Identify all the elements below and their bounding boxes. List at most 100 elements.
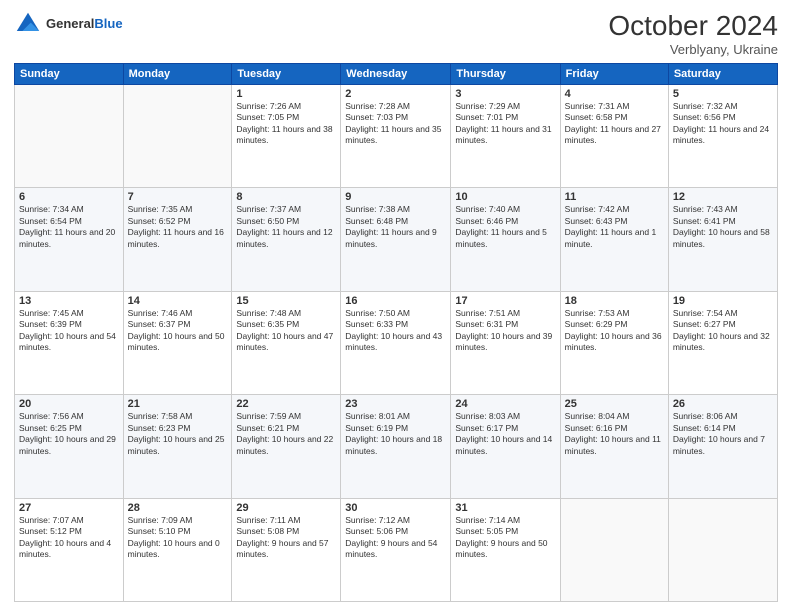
day-cell: 27Sunrise: 7:07 AMSunset: 5:12 PMDayligh… [15,498,124,601]
day-info: Sunrise: 8:04 AMSunset: 6:16 PMDaylight:… [565,411,664,457]
day-number: 3 [455,88,555,100]
day-info: Sunrise: 7:50 AMSunset: 6:33 PMDaylight:… [345,308,446,354]
day-header-thursday: Thursday [451,64,560,85]
day-info: Sunrise: 7:46 AMSunset: 6:37 PMDaylight:… [128,308,228,354]
calendar-body: 1Sunrise: 7:26 AMSunset: 7:05 PMDaylight… [15,85,778,602]
day-info: Sunrise: 7:53 AMSunset: 6:29 PMDaylight:… [565,308,664,354]
day-cell: 28Sunrise: 7:09 AMSunset: 5:10 PMDayligh… [123,498,232,601]
day-number: 27 [19,502,119,514]
week-row-3: 13Sunrise: 7:45 AMSunset: 6:39 PMDayligh… [15,291,778,394]
day-header-saturday: Saturday [668,64,777,85]
day-cell: 23Sunrise: 8:01 AMSunset: 6:19 PMDayligh… [341,395,451,498]
day-number: 14 [128,295,228,307]
day-cell: 29Sunrise: 7:11 AMSunset: 5:08 PMDayligh… [232,498,341,601]
page: GeneralBlue October 2024 Verblyany, Ukra… [0,0,792,612]
day-cell [560,498,668,601]
day-number: 26 [673,398,773,410]
day-info: Sunrise: 8:01 AMSunset: 6:19 PMDaylight:… [345,411,446,457]
day-number: 5 [673,88,773,100]
calendar-header: SundayMondayTuesdayWednesdayThursdayFrid… [15,64,778,85]
day-number: 29 [236,502,336,514]
day-info: Sunrise: 8:03 AMSunset: 6:17 PMDaylight:… [455,411,555,457]
day-info: Sunrise: 7:32 AMSunset: 6:56 PMDaylight:… [673,101,773,147]
day-info: Sunrise: 7:12 AMSunset: 5:06 PMDaylight:… [345,515,446,561]
day-cell: 31Sunrise: 7:14 AMSunset: 5:05 PMDayligh… [451,498,560,601]
day-cell: 30Sunrise: 7:12 AMSunset: 5:06 PMDayligh… [341,498,451,601]
day-info: Sunrise: 7:09 AMSunset: 5:10 PMDaylight:… [128,515,228,561]
day-cell: 11Sunrise: 7:42 AMSunset: 6:43 PMDayligh… [560,188,668,291]
day-cell: 9Sunrise: 7:38 AMSunset: 6:48 PMDaylight… [341,188,451,291]
day-number: 10 [455,191,555,203]
day-cell: 18Sunrise: 7:53 AMSunset: 6:29 PMDayligh… [560,291,668,394]
day-cell: 8Sunrise: 7:37 AMSunset: 6:50 PMDaylight… [232,188,341,291]
week-row-5: 27Sunrise: 7:07 AMSunset: 5:12 PMDayligh… [15,498,778,601]
day-cell: 22Sunrise: 7:59 AMSunset: 6:21 PMDayligh… [232,395,341,498]
day-cell: 10Sunrise: 7:40 AMSunset: 6:46 PMDayligh… [451,188,560,291]
day-number: 15 [236,295,336,307]
day-number: 25 [565,398,664,410]
day-info: Sunrise: 7:58 AMSunset: 6:23 PMDaylight:… [128,411,228,457]
day-number: 1 [236,88,336,100]
day-number: 11 [565,191,664,203]
day-info: Sunrise: 7:07 AMSunset: 5:12 PMDaylight:… [19,515,119,561]
day-info: Sunrise: 7:54 AMSunset: 6:27 PMDaylight:… [673,308,773,354]
day-number: 7 [128,191,228,203]
day-number: 16 [345,295,446,307]
day-header-monday: Monday [123,64,232,85]
day-info: Sunrise: 7:35 AMSunset: 6:52 PMDaylight:… [128,204,228,250]
day-cell: 12Sunrise: 7:43 AMSunset: 6:41 PMDayligh… [668,188,777,291]
day-cell: 14Sunrise: 7:46 AMSunset: 6:37 PMDayligh… [123,291,232,394]
day-number: 30 [345,502,446,514]
day-info: Sunrise: 7:11 AMSunset: 5:08 PMDaylight:… [236,515,336,561]
header: GeneralBlue October 2024 Verblyany, Ukra… [14,10,778,57]
day-number: 28 [128,502,228,514]
week-row-2: 6Sunrise: 7:34 AMSunset: 6:54 PMDaylight… [15,188,778,291]
day-number: 18 [565,295,664,307]
day-number: 19 [673,295,773,307]
day-info: Sunrise: 7:28 AMSunset: 7:03 PMDaylight:… [345,101,446,147]
day-cell: 20Sunrise: 7:56 AMSunset: 6:25 PMDayligh… [15,395,124,498]
day-cell: 13Sunrise: 7:45 AMSunset: 6:39 PMDayligh… [15,291,124,394]
day-info: Sunrise: 7:42 AMSunset: 6:43 PMDaylight:… [565,204,664,250]
title-block: October 2024 Verblyany, Ukraine [608,10,778,57]
day-info: Sunrise: 8:06 AMSunset: 6:14 PMDaylight:… [673,411,773,457]
day-number: 21 [128,398,228,410]
day-info: Sunrise: 7:34 AMSunset: 6:54 PMDaylight:… [19,204,119,250]
day-cell: 26Sunrise: 8:06 AMSunset: 6:14 PMDayligh… [668,395,777,498]
day-number: 13 [19,295,119,307]
day-header-friday: Friday [560,64,668,85]
day-cell [123,85,232,188]
day-number: 6 [19,191,119,203]
day-number: 22 [236,398,336,410]
day-info: Sunrise: 7:51 AMSunset: 6:31 PMDaylight:… [455,308,555,354]
logo-text: GeneralBlue [46,16,123,32]
location: Verblyany, Ukraine [608,42,778,57]
day-number: 2 [345,88,446,100]
day-cell: 1Sunrise: 7:26 AMSunset: 7:05 PMDaylight… [232,85,341,188]
day-info: Sunrise: 7:38 AMSunset: 6:48 PMDaylight:… [345,204,446,250]
day-cell: 6Sunrise: 7:34 AMSunset: 6:54 PMDaylight… [15,188,124,291]
day-number: 24 [455,398,555,410]
month-title: October 2024 [608,10,778,42]
logo-icon [14,10,42,38]
day-cell: 7Sunrise: 7:35 AMSunset: 6:52 PMDaylight… [123,188,232,291]
day-header-wednesday: Wednesday [341,64,451,85]
day-info: Sunrise: 7:40 AMSunset: 6:46 PMDaylight:… [455,204,555,250]
day-header-sunday: Sunday [15,64,124,85]
day-cell: 5Sunrise: 7:32 AMSunset: 6:56 PMDaylight… [668,85,777,188]
day-info: Sunrise: 7:14 AMSunset: 5:05 PMDaylight:… [455,515,555,561]
day-number: 23 [345,398,446,410]
week-row-4: 20Sunrise: 7:56 AMSunset: 6:25 PMDayligh… [15,395,778,498]
day-number: 4 [565,88,664,100]
day-cell: 21Sunrise: 7:58 AMSunset: 6:23 PMDayligh… [123,395,232,498]
calendar: SundayMondayTuesdayWednesdayThursdayFrid… [14,63,778,602]
day-cell: 25Sunrise: 8:04 AMSunset: 6:16 PMDayligh… [560,395,668,498]
header-row: SundayMondayTuesdayWednesdayThursdayFrid… [15,64,778,85]
day-cell: 2Sunrise: 7:28 AMSunset: 7:03 PMDaylight… [341,85,451,188]
logo: GeneralBlue [14,10,123,38]
day-number: 8 [236,191,336,203]
day-number: 17 [455,295,555,307]
day-cell: 3Sunrise: 7:29 AMSunset: 7:01 PMDaylight… [451,85,560,188]
day-info: Sunrise: 7:48 AMSunset: 6:35 PMDaylight:… [236,308,336,354]
day-cell: 19Sunrise: 7:54 AMSunset: 6:27 PMDayligh… [668,291,777,394]
